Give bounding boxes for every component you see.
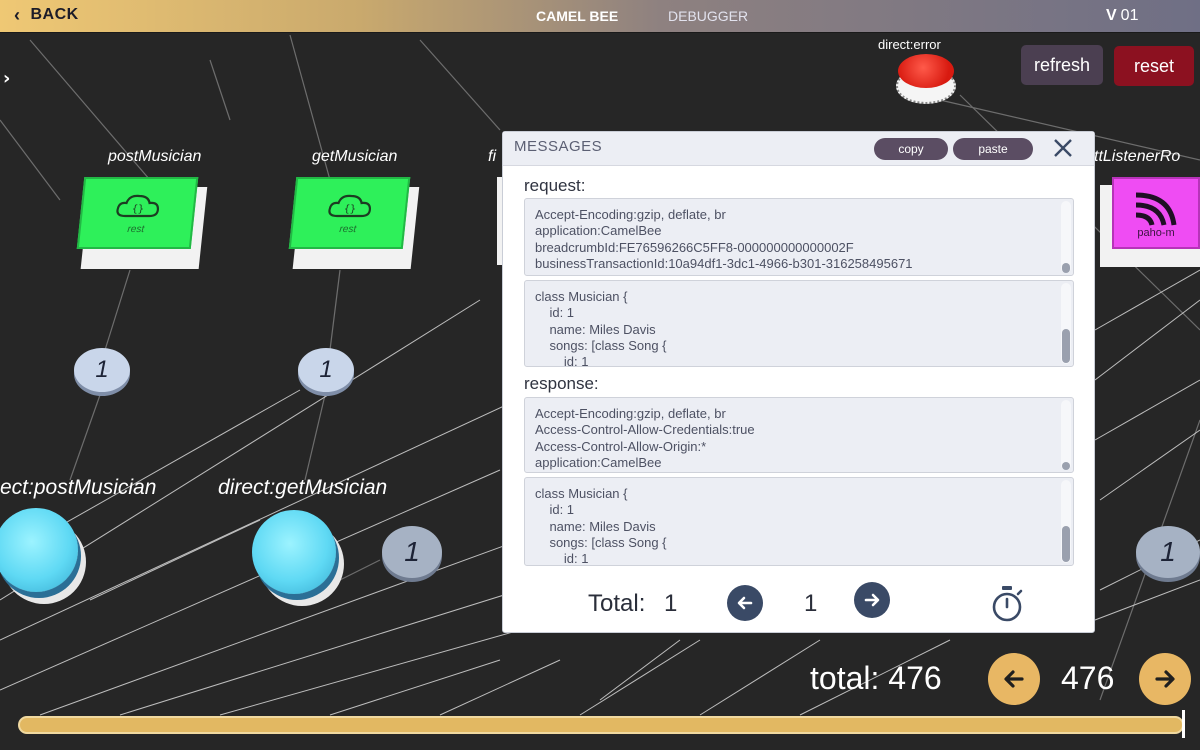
scrollbar-thumb[interactable] — [1062, 526, 1070, 562]
scrollbar-thumb[interactable] — [1062, 263, 1070, 273]
step-count: 476 — [1061, 660, 1115, 696]
message-page-number: 1 — [804, 590, 818, 617]
body-line: songs: [class Song { — [535, 534, 667, 550]
node-label-direct-post-musician: ect:postMusician — [0, 476, 157, 499]
node-label-get-musician: getMusician — [312, 148, 398, 165]
rest-node-post-musician[interactable]: {} rest — [76, 177, 208, 269]
back-label: BACK — [30, 6, 79, 23]
header-line: application:CamelBee — [535, 454, 662, 470]
back-button[interactable]: ‹ BACK — [14, 6, 79, 24]
version-number: 01 — [1120, 7, 1139, 24]
svg-text:{}: {} — [131, 204, 144, 215]
body-line: id: 1 — [535, 305, 575, 321]
next-step-button[interactable] — [1139, 653, 1191, 705]
rest-node-get-musician[interactable]: {} rest — [288, 177, 420, 269]
request-body-box[interactable]: class Musician { id: 1 name: Miles Davis… — [524, 280, 1074, 367]
version-label: V 01 — [1106, 7, 1138, 25]
card-face: {} rest — [76, 177, 199, 249]
card-rest-label: rest — [338, 223, 357, 235]
tab-camel-bee[interactable]: CAMEL BEE — [536, 8, 618, 24]
counter-post-musician: 1 — [74, 348, 130, 392]
cloud-code-icon: {} — [116, 194, 160, 217]
svg-text:{}: {} — [343, 204, 356, 215]
counter-get-musician: 1 — [298, 348, 354, 392]
node-label-direct-get-musician: direct:getMusician — [218, 476, 388, 499]
dialog-header: MESSAGES copy paste — [503, 132, 1094, 166]
arrow-left-icon — [737, 596, 753, 610]
card-face: paho-m — [1112, 177, 1200, 249]
scrollbar[interactable] — [1061, 283, 1071, 364]
previous-step-button[interactable] — [988, 653, 1040, 705]
arrow-left-icon — [1004, 670, 1024, 688]
error-node-top — [898, 54, 954, 88]
body-line: class Musician { — [535, 486, 628, 501]
arrow-right-icon — [864, 593, 880, 607]
header-line: Access-Control-Allow-Origin:* — [535, 438, 707, 454]
body-line: id: 1 — [535, 354, 589, 367]
node-label-partial: fi — [488, 148, 496, 165]
cloud-code-icon: {} — [328, 194, 372, 217]
node-label-mqtt-listener: ttListenerRo — [1094, 148, 1181, 165]
rss-feed-icon — [1135, 192, 1177, 226]
counter-right: 1 — [1136, 526, 1200, 578]
body-line: songs: [class Song { — [535, 337, 667, 353]
chevron-left-icon: ‹ — [14, 5, 21, 25]
timeline-slider[interactable] — [18, 716, 1184, 734]
reset-button[interactable]: reset — [1114, 46, 1194, 86]
header-line: application:CamelBee — [535, 223, 662, 239]
direct-get-musician-node[interactable] — [252, 510, 336, 594]
top-bar: ‹ BACK CAMEL BEE DEBUGGER V 01 — [0, 0, 1200, 33]
header-line: breadcrumbId:FE76596266C5FF8-00000000000… — [535, 239, 854, 255]
response-headers-box[interactable]: Accept-Encoding:gzip, deflate, br Access… — [524, 397, 1074, 473]
header-line: Accept-Encoding:gzip, deflate, br — [535, 406, 726, 421]
direct-error-node[interactable] — [894, 52, 958, 104]
scrollbar[interactable] — [1061, 480, 1071, 563]
tab-debugger[interactable]: DEBUGGER — [668, 8, 748, 24]
response-label: response: — [524, 374, 599, 393]
card-face: {} rest — [288, 177, 411, 249]
header-line: Accept-Encoding:gzip, deflate, br — [535, 207, 726, 222]
body-line: id: 1 — [535, 551, 589, 566]
close-icon[interactable] — [1049, 134, 1077, 162]
body-line: name: Miles Davis — [535, 518, 656, 534]
refresh-button[interactable]: refresh — [1021, 45, 1103, 85]
scrollbar-thumb[interactable] — [1062, 462, 1070, 470]
card-paho-label: paho-m — [1137, 227, 1175, 239]
timeline-slider-handle[interactable] — [1182, 710, 1185, 738]
next-message-button[interactable] — [854, 582, 890, 618]
request-label: request: — [524, 176, 586, 195]
scrollbar[interactable] — [1061, 400, 1071, 470]
node-label-direct-error: direct:error — [878, 37, 941, 52]
total-count-label: total: 476 — [810, 660, 942, 696]
expand-panel-chevron-icon[interactable]: › — [3, 68, 10, 89]
counter-route: 1 — [382, 526, 442, 578]
total-value: 1 — [664, 590, 678, 617]
scrollbar-thumb[interactable] — [1062, 329, 1070, 363]
messages-dialog: MESSAGES copy paste request: Accept-Enco… — [502, 131, 1095, 633]
body-line: name: Miles Davis — [535, 321, 656, 337]
node-label-post-musician: postMusician — [108, 148, 202, 165]
dialog-footer: Total: 1 1 — [503, 572, 1094, 632]
paste-button[interactable]: paste — [953, 138, 1033, 160]
body-line: class Musician { — [535, 289, 628, 304]
card-rest-label: rest — [126, 223, 145, 235]
body-line: id: 1 — [535, 502, 575, 518]
scrollbar[interactable] — [1061, 201, 1071, 273]
previous-message-button[interactable] — [727, 585, 763, 621]
header-line: Access-Control-Allow-Credentials:true — [535, 422, 755, 438]
arrow-right-icon — [1155, 670, 1175, 688]
copy-button[interactable]: copy — [874, 138, 948, 160]
mqtt-listener-node[interactable]: paho-m — [1100, 177, 1200, 267]
total-label: Total: — [588, 590, 646, 617]
header-line: businessTransactionId:10a94df1-3dc1-4966… — [535, 255, 913, 271]
version-prefix: V — [1106, 7, 1117, 24]
request-headers-box[interactable]: Accept-Encoding:gzip, deflate, br applic… — [524, 198, 1074, 276]
response-body-box[interactable]: class Musician { id: 1 name: Miles Davis… — [524, 477, 1074, 566]
stopwatch-icon[interactable] — [989, 584, 1025, 624]
dialog-title: MESSAGES — [514, 138, 603, 155]
